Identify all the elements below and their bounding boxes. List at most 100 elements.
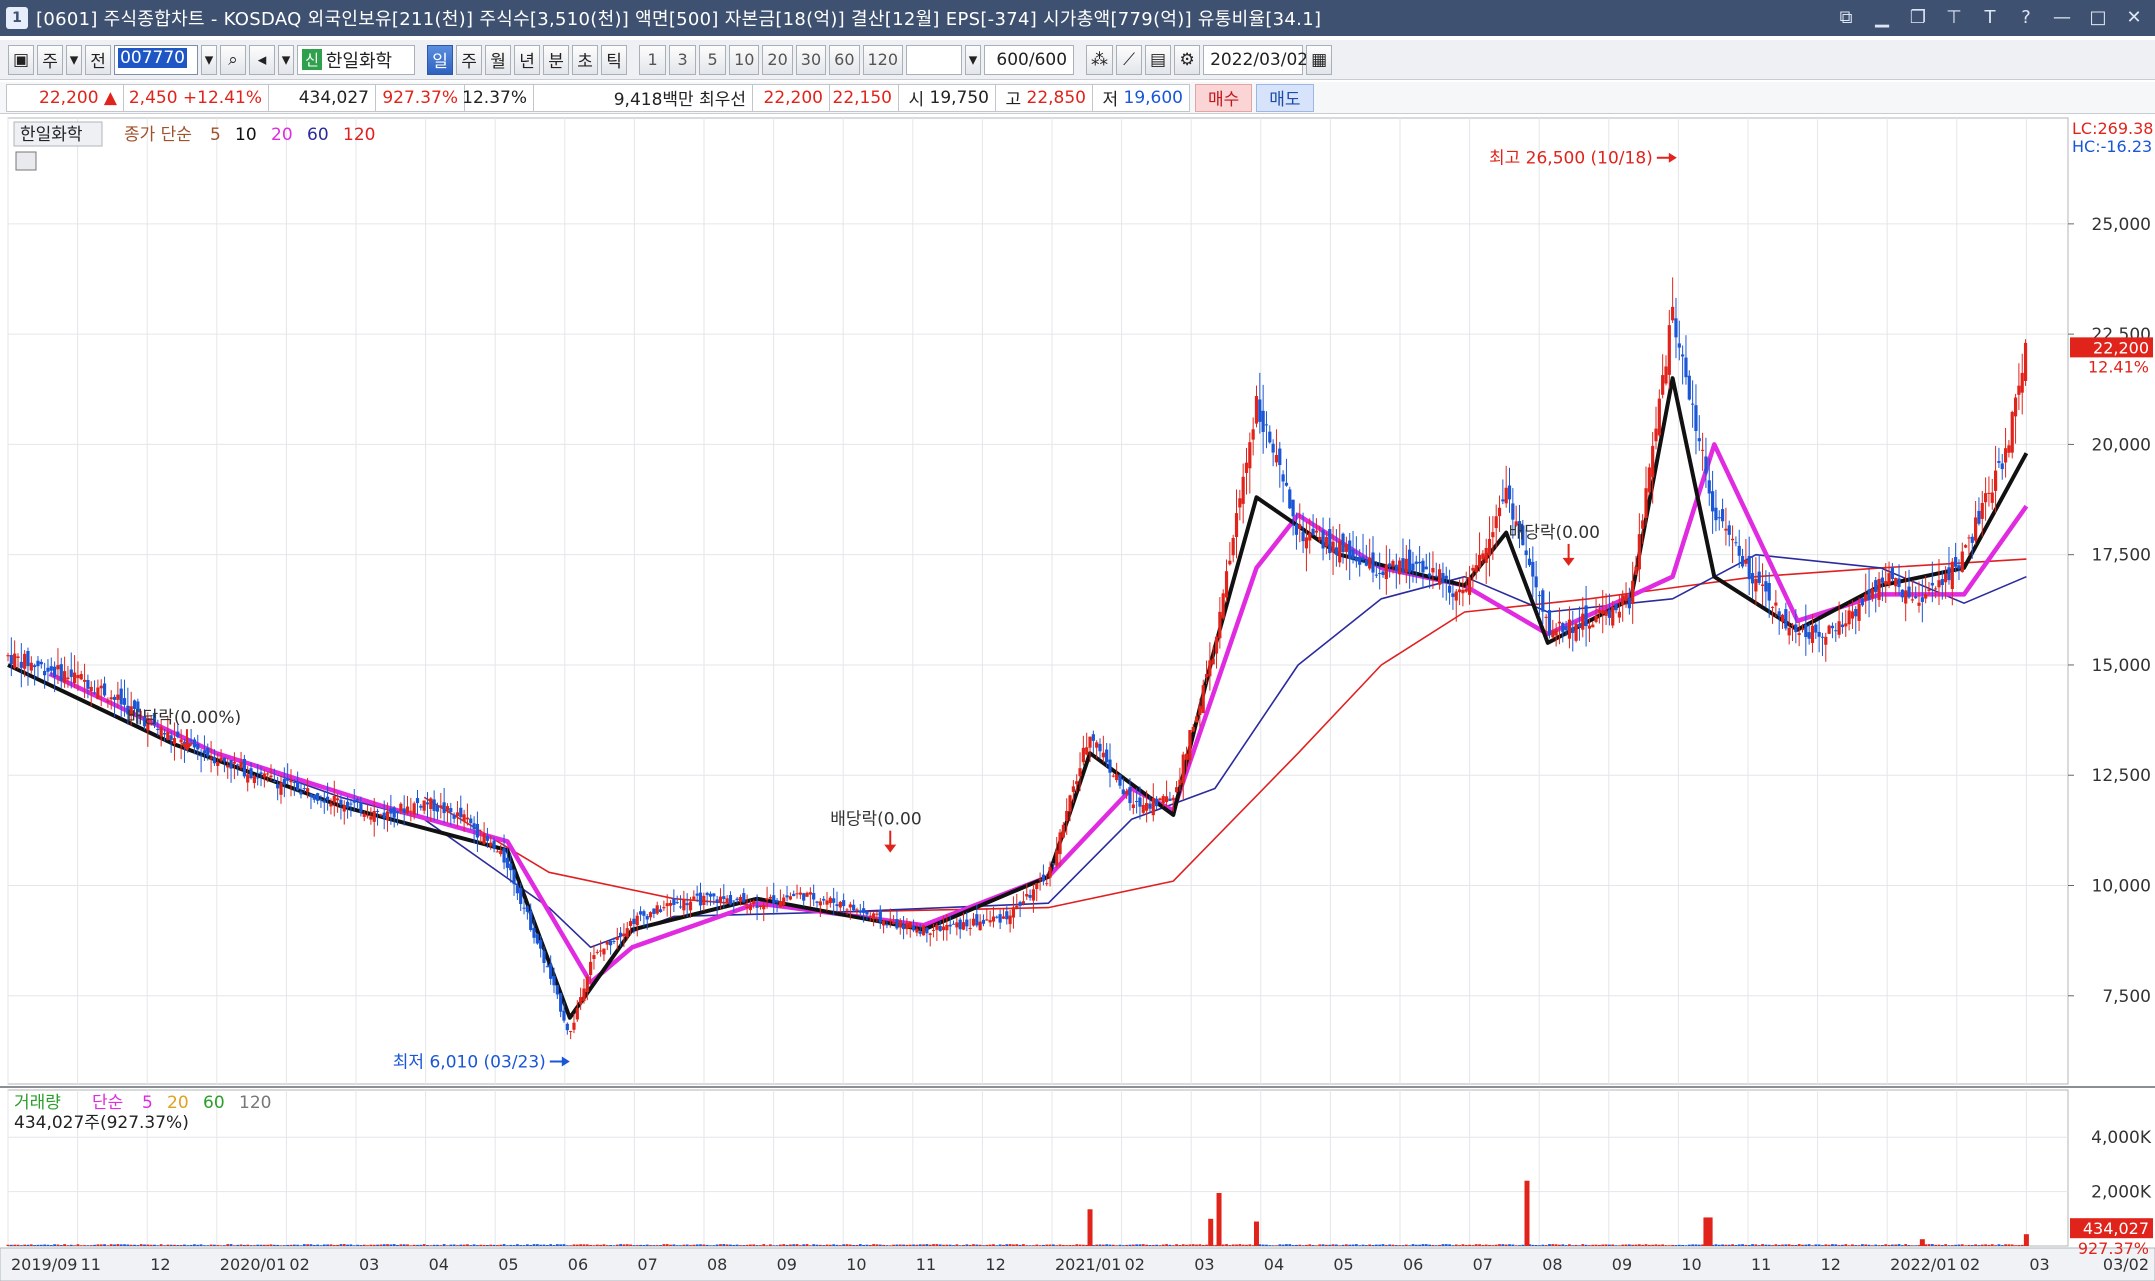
- candle-body: [1917, 602, 1921, 606]
- candle-body: [872, 913, 876, 920]
- calendar-icon[interactable]: ▦: [1306, 44, 1333, 75]
- interval-3-button[interactable]: 3: [669, 44, 697, 75]
- period-minute-button[interactable]: 분: [543, 44, 570, 75]
- candle-body: [1914, 596, 1918, 599]
- candle-body: [1434, 575, 1438, 578]
- interval-5-button[interactable]: 5: [699, 44, 727, 75]
- volume-bar: [1464, 1244, 1468, 1246]
- candle-body: [19, 661, 23, 668]
- quote-bar: 22,200 ▲ 2,450 +12.41% 434,027 927.37% 1…: [0, 82, 2155, 114]
- period-second-button[interactable]: 초: [572, 44, 599, 75]
- volume-bar: [1171, 1245, 1175, 1246]
- save-icon[interactable]: ▤: [1145, 44, 1172, 75]
- candle-body: [891, 922, 896, 924]
- interval-60-button[interactable]: 60: [829, 44, 860, 75]
- candle-body: [1504, 487, 1508, 504]
- volume-bar: [2004, 1244, 2007, 1246]
- ma-legend-period: 10: [235, 125, 257, 145]
- period-yearly-button[interactable]: 년: [514, 44, 541, 75]
- font-size-icon[interactable]: T: [1977, 4, 2003, 30]
- sell-button[interactable]: 매도: [1256, 83, 1314, 112]
- candle-body: [572, 1022, 576, 1030]
- volume-bar: [1048, 1244, 1052, 1246]
- volume-bar: [898, 1244, 902, 1246]
- speaker-icon[interactable]: ◂: [249, 44, 276, 75]
- candle-body: [1098, 743, 1102, 752]
- candle-body: [172, 738, 177, 744]
- volume-bar: [306, 1244, 310, 1246]
- stock-name-box[interactable]: 신 한일화학: [297, 44, 416, 75]
- candle-body: [698, 892, 703, 906]
- volume-bar: [1687, 1244, 1691, 1246]
- volume-panel-frame: [7, 1089, 2069, 1247]
- candle-body: [1870, 589, 1875, 599]
- interval-120-button[interactable]: 120: [862, 44, 904, 75]
- volume-bar: [456, 1245, 459, 1246]
- stock-code-input[interactable]: 007770: [114, 44, 199, 75]
- prev-button[interactable]: 전: [85, 44, 112, 75]
- pin-icon[interactable]: ⊤: [1941, 4, 1967, 30]
- candle-body: [216, 761, 220, 766]
- volume-bar: [532, 1244, 536, 1246]
- period-tick-button[interactable]: 틱: [601, 44, 628, 75]
- interval-20-button[interactable]: 20: [762, 44, 793, 75]
- minimize-icon[interactable]: —: [2049, 4, 2075, 30]
- candle-body: [1547, 610, 1552, 636]
- settings-gear-icon[interactable]: ⚙: [1174, 44, 1201, 75]
- period-weekly-button[interactable]: 주: [456, 44, 483, 75]
- candle-body: [795, 893, 799, 895]
- trend-tool-icon[interactable]: ⟋: [1116, 44, 1143, 75]
- volume-bar: [1221, 1244, 1225, 1246]
- candle-body: [1271, 443, 1275, 453]
- interval-custom-input[interactable]: [906, 44, 963, 75]
- candle-body: [192, 739, 197, 748]
- volume-bar: [319, 1245, 323, 1246]
- candle-body: [326, 796, 330, 801]
- volume-bar: [1484, 1244, 1488, 1246]
- volume-bar: [1325, 1244, 1328, 1246]
- candle-body: [1814, 624, 1818, 633]
- search-icon[interactable]: ⌕: [220, 44, 247, 75]
- speaker-dropdown-icon[interactable]: ▾: [278, 44, 295, 75]
- volume-bar: [882, 1244, 886, 1246]
- candle-body: [26, 650, 30, 667]
- minimize-all-icon[interactable]: ▁: [1869, 4, 1895, 30]
- volume-bar: [1804, 1244, 1808, 1246]
- candle-body: [1890, 567, 1894, 580]
- volume-bar: [159, 1244, 163, 1246]
- high-annotation: 최고 26,500 (10/18): [1489, 149, 1653, 169]
- x-tick-label: 2020/01: [220, 1255, 286, 1274]
- link-window-icon[interactable]: ⧉: [1833, 4, 1859, 30]
- candle-body: [1993, 470, 1998, 491]
- interval-dropdown-icon[interactable]: ▾: [965, 44, 982, 75]
- restore-window-icon[interactable]: ❐: [1905, 4, 1931, 30]
- candle-body: [1544, 616, 1548, 618]
- buy-button[interactable]: 매수: [1195, 83, 1253, 112]
- period-monthly-button[interactable]: 월: [485, 44, 512, 75]
- maximize-icon[interactable]: □: [2085, 4, 2111, 30]
- volume-bar: [1245, 1244, 1248, 1246]
- layout-icon[interactable]: ▣: [8, 44, 35, 75]
- stock-chart-svg[interactable]: 25,00022,50020,00017,50015,00012,50010,0…: [0, 116, 2155, 1281]
- code-dropdown-icon[interactable]: ▾: [201, 44, 218, 75]
- candle-body: [1334, 547, 1338, 555]
- candle-body: [1051, 863, 1055, 865]
- period-daily-button[interactable]: 일: [427, 44, 454, 75]
- volume-bar: [1694, 1244, 1698, 1246]
- volume-bar: [1058, 1244, 1062, 1246]
- candle-body: [1018, 902, 1022, 906]
- candle-body: [915, 928, 919, 933]
- chart-area[interactable]: 25,000 22,500 20,000 17,500 15,000 12,500 10,0…: [0, 116, 2155, 1281]
- bar-count-input[interactable]: 600/600: [984, 44, 1075, 75]
- mode-button[interactable]: 주: [37, 44, 64, 75]
- close-icon[interactable]: ✕: [2121, 4, 2147, 30]
- interval-1-button[interactable]: 1: [639, 44, 667, 75]
- volume-bar: [1554, 1244, 1558, 1246]
- volume-bar: [938, 1244, 942, 1246]
- interval-30-button[interactable]: 30: [795, 44, 827, 75]
- indicator-icon[interactable]: ⁂: [1086, 44, 1114, 75]
- interval-10-button[interactable]: 10: [729, 44, 760, 75]
- date-input[interactable]: 2022/03/02: [1203, 44, 1308, 75]
- help-icon[interactable]: ?: [2013, 4, 2039, 30]
- mode-dropdown-icon[interactable]: ▾: [66, 44, 83, 75]
